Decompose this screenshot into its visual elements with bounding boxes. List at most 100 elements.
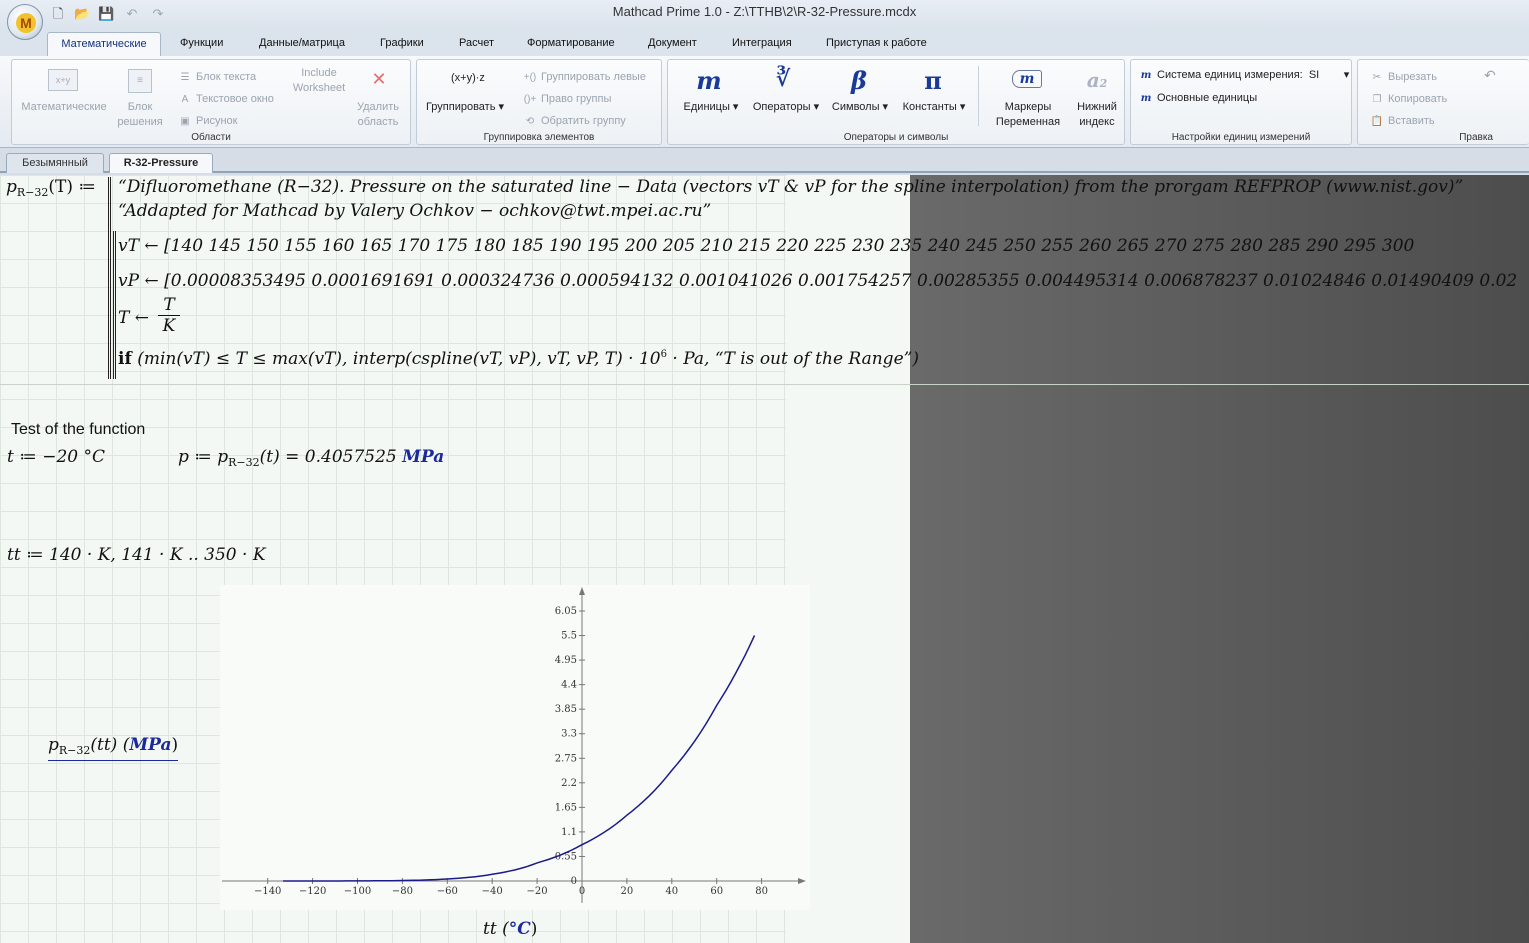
tab-math[interactable]: Математические (47, 32, 161, 57)
tab-functions[interactable]: Функции (180, 37, 223, 49)
math-region-button[interactable]: Математические (16, 100, 112, 115)
doc-tab-r32-pressure[interactable]: R-32-Pressure (109, 153, 213, 173)
subscript-icon: a2 (1086, 68, 1108, 92)
x-axis-expression[interactable]: tt (°C) (483, 919, 537, 939)
y-tick-label: 4.95 (555, 655, 577, 666)
undo-ribbon-icon[interactable]: ↶ (1484, 68, 1496, 82)
ribbon: x+y Математические ≡ Блок решения ☰ Блок … (0, 56, 1529, 148)
operators-button[interactable]: Операторы ▾ (748, 100, 824, 115)
operators-group: m Единицы ▾ ∛ Операторы ▾ β Символы ▾ π … (667, 59, 1125, 145)
cut-button[interactable]: ✂ Вырезать (1370, 70, 1437, 85)
program-inner-bracket (113, 231, 116, 379)
test-heading[interactable]: Test of the function (11, 421, 145, 439)
tab-data-matrix[interactable]: Данные/матрица (259, 37, 345, 49)
x-tick-label: 80 (755, 886, 768, 897)
edit-caption: Правка (1459, 132, 1493, 143)
program-bracket (108, 177, 111, 379)
x-tick-label: −80 (392, 886, 413, 897)
plot-canvas: −140 −120 −100 −80 −60 −40 −20 0 20 40 60 8000.551.… (222, 587, 806, 903)
comment-line-2[interactable]: “Addapted for Mathcad by Valery Ochkov −… (118, 201, 711, 221)
vP-assignment[interactable]: vP ← [0.00008353495 0.0001691691 0.00032… (118, 271, 1517, 291)
T-assignment[interactable]: T ← (118, 308, 149, 328)
unit-system-icon: m (1140, 70, 1152, 81)
tab-formatting[interactable]: Форматирование (527, 37, 615, 49)
mathcad-logo-icon: M (16, 13, 36, 33)
unit-system-value: SI (1308, 69, 1320, 81)
group-icon: (x+y)·z (451, 72, 485, 84)
y-tick-label: 3.85 (555, 704, 577, 715)
tab-document[interactable]: Документ (648, 37, 697, 49)
group-right-button[interactable]: ()+ Право группы (523, 92, 612, 107)
units-button[interactable]: Единицы ▾ (676, 100, 746, 115)
comment-line-1[interactable]: “Difluoromethane (R−32). Pressure on the… (118, 177, 1463, 197)
x-tick-label: −120 (299, 886, 326, 897)
unit-system-select[interactable]: m Система единиц измерения: SI ▾ (1139, 68, 1350, 83)
group-left-icon: +() (523, 72, 537, 83)
constants-label: Константы (902, 101, 957, 113)
delete-region-icon: ✕ (371, 69, 387, 89)
y-tick-label: 2.2 (561, 778, 577, 789)
x-tick-label: 20 (621, 886, 634, 897)
unit-system-label: Система единиц измерения: (1157, 69, 1303, 81)
paste-button[interactable]: 📋 Вставить (1370, 114, 1435, 129)
tab-integration[interactable]: Интеграция (732, 37, 792, 49)
ungroup-button[interactable]: ⟲ Обратить группу (523, 114, 626, 129)
symbols-button[interactable]: Символы ▾ (828, 100, 892, 115)
delete-region-button[interactable]: Удалить область (350, 100, 406, 130)
y-tick-label: 3.3 (561, 729, 577, 740)
text-box-label: Текстовое окно (196, 93, 274, 105)
pressure-curve (283, 635, 756, 882)
label-variable-button[interactable]: Маркеры Переменная (986, 100, 1070, 130)
symbols-label: Символы (831, 101, 880, 113)
copy-button[interactable]: ❐ Копировать (1370, 92, 1448, 107)
y-tick-label: 0 (571, 876, 577, 887)
picture-button[interactable]: ▣ Рисунок (178, 114, 238, 129)
y-tick-label: 4.4 (561, 680, 577, 691)
solve-block-button[interactable]: Блок решения (116, 100, 164, 130)
document-tab-bar: Безымянный R-32-Pressure (0, 150, 1529, 173)
paste-icon: 📋 (1370, 116, 1384, 127)
group-button[interactable]: Группировать ▾ (423, 100, 507, 115)
x-tick-label: 40 (665, 886, 678, 897)
picture-label: Рисунок (196, 115, 238, 127)
x-tick-label: −140 (254, 886, 281, 897)
tab-calculation[interactable]: Расчет (459, 37, 494, 49)
label-marker-icon: m (1012, 70, 1042, 88)
app-logo-button[interactable]: M (7, 4, 43, 40)
y-axis-expression[interactable]: pR−32(tt) (MPa) (48, 735, 179, 761)
text-block-icon: ☰ (180, 72, 190, 83)
group-left-button[interactable]: +() Группировать левые (523, 70, 646, 85)
t-definition[interactable]: t ≔ −20 °C (7, 447, 105, 467)
doc-tab-untitled[interactable]: Безымянный (6, 153, 104, 173)
vT-assignment[interactable]: vT ← [140 145 150 155 160 165 170 175 18… (118, 236, 1414, 256)
tab-plots[interactable]: Графики (380, 37, 424, 49)
xy-plot[interactable]: −140 −120 −100 −80 −60 −40 −20 0 20 40 60 80 0 0.55 1.… (220, 585, 810, 910)
subscript-button[interactable]: Нижний индекс (1070, 100, 1124, 130)
y-tick-label: 5.5 (561, 631, 577, 642)
y-tick-label: 2.75 (555, 753, 577, 764)
operators-label: Операторы (752, 101, 811, 113)
T-fraction: TK (158, 295, 180, 336)
group-right-icon: ()+ (523, 94, 537, 105)
y-tick-label: 1.1 (561, 827, 577, 838)
copy-label: Копировать (1388, 93, 1448, 105)
include-worksheet-button[interactable]: Include Worksheet (288, 66, 350, 96)
text-box-button[interactable]: A Текстовое окно (178, 92, 274, 107)
group-left-label: Группировать левые (541, 71, 646, 83)
window-title: Mathcad Prime 1.0 - Z:\TTHB\2\R-32-Press… (612, 4, 917, 19)
regions-caption: Области (191, 132, 231, 143)
p-evaluation[interactable]: p ≔ pR−32(t) = 0.4057525 MPa (178, 447, 444, 469)
tt-range-definition[interactable]: tt ≔ 140 · K, 141 · K .. 350 · K (7, 545, 266, 565)
paste-label: Вставить (1388, 115, 1435, 127)
text-block-button[interactable]: ☰ Блок текста (178, 70, 257, 85)
constants-button[interactable]: Константы ▾ (898, 100, 970, 115)
worksheet[interactable]: pR−32(T) ≔ “Difluoromethane (R−32). Pres… (0, 175, 1529, 943)
x-tick-label: −100 (344, 886, 371, 897)
page-break-line (0, 384, 1529, 385)
cut-label: Вырезать (1388, 71, 1437, 83)
function-name[interactable]: pR−32(T) ≔ (6, 177, 96, 199)
base-units-button[interactable]: m Основные единицы (1139, 91, 1257, 106)
if-statement[interactable]: if (min(vT) ≤ T ≤ max(vT), interp(csplin… (118, 349, 919, 369)
tab-getting-started[interactable]: Приступая к работе (826, 37, 927, 49)
symbols-icon: β (851, 66, 867, 95)
